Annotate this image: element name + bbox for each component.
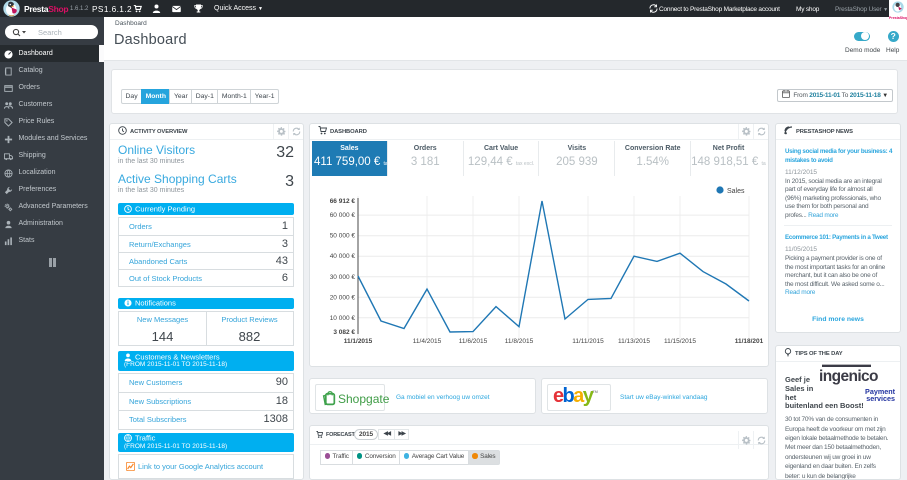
svg-text:11/6/2015: 11/6/2015 [459,338,488,345]
svg-text:10 000 €: 10 000 € [330,315,356,322]
svg-text:11/11/2015: 11/11/2015 [572,338,604,345]
svg-text:40 000 €: 40 000 € [330,253,356,260]
svg-text:30 000 €: 30 000 € [330,274,356,281]
svg-text:11/15/2015: 11/15/2015 [664,338,696,345]
svg-text:3 082 €: 3 082 € [333,329,355,336]
svg-text:60 000 €: 60 000 € [330,212,356,219]
svg-text:20 000 €: 20 000 € [330,294,356,301]
svg-text:11/8/2015: 11/8/2015 [505,338,534,345]
svg-text:11/13/2015: 11/13/2015 [618,338,650,345]
svg-text:Sales: Sales [727,188,745,195]
svg-text:ingenico: ingenico [819,368,878,385]
svg-text:11/1/2015: 11/1/2015 [344,338,373,345]
svg-text:11/18/201: 11/18/201 [735,338,764,345]
svg-text:11/4/2015: 11/4/2015 [413,338,442,345]
svg-text:66 912 €: 66 912 € [330,198,356,205]
svg-text:50 000 €: 50 000 € [330,233,356,240]
